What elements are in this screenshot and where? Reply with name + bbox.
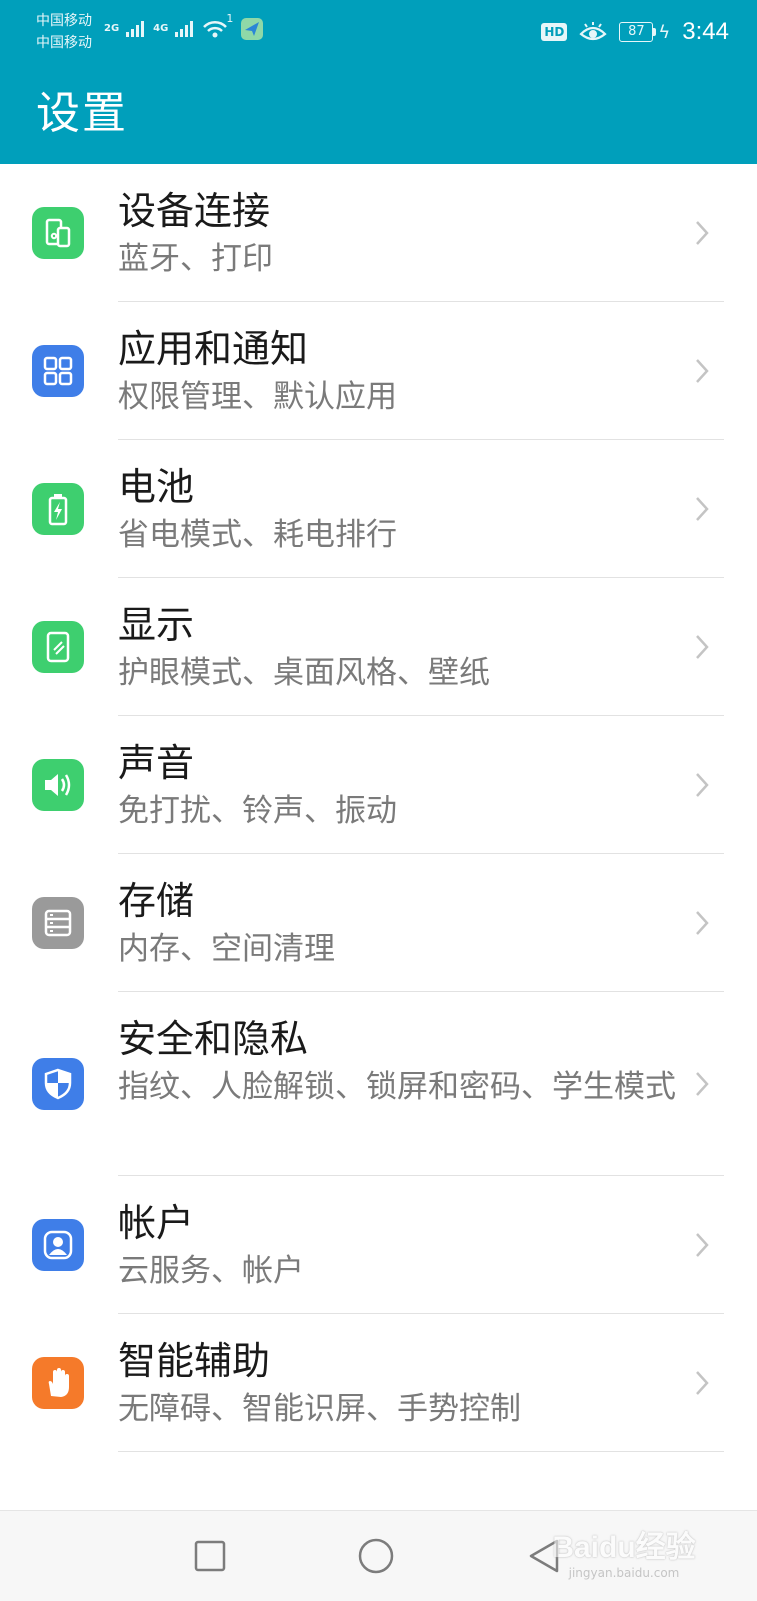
square-icon <box>194 1540 226 1572</box>
chevron-right-icon <box>695 1314 709 1452</box>
item-subtitle: 云服务、帐户 <box>118 1253 304 1289</box>
signal-group: 2G 4G 1 <box>104 12 264 44</box>
settings-item-account[interactable]: 帐户 云服务、帐户 <box>0 1176 757 1314</box>
battery-icon <box>32 483 84 535</box>
chevron-right-icon <box>695 440 709 578</box>
storage-icon <box>32 897 84 949</box>
item-subtitle: 护眼模式、桌面风格、壁纸 <box>118 655 490 691</box>
apps-grid-icon <box>32 345 84 397</box>
settings-item-battery[interactable]: 电池 省电模式、耗电排行 <box>0 440 757 578</box>
item-title: 安全和隐私 <box>118 1017 309 1061</box>
item-title: 应用和通知 <box>118 327 309 371</box>
battery-level: 87 <box>619 22 654 42</box>
circle-icon <box>358 1538 394 1574</box>
net-2g-label: 2G <box>104 23 120 34</box>
account-icon <box>32 1219 84 1271</box>
chevron-right-icon <box>695 854 709 992</box>
device-connection-icon <box>32 207 84 259</box>
chevron-right-icon <box>695 302 709 440</box>
item-title: 声音 <box>118 741 195 785</box>
signal-bars-icon <box>126 21 145 37</box>
item-subtitle: 权限管理、默认应用 <box>118 379 397 415</box>
net-4g-label: 4G <box>153 23 169 34</box>
chevron-right-icon <box>695 992 709 1176</box>
settings-item-security[interactable]: 安全和隐私 指纹、人脸解锁、锁屏和密码、学生模式 <box>0 992 757 1176</box>
status-right: HD 87 ϟ 3:44 <box>541 16 729 48</box>
baidu-watermark: Baidu经验 jingyan.baidu.com <box>549 1522 699 1580</box>
item-subtitle: 蓝牙、打印 <box>118 241 273 277</box>
item-subtitle: 指纹、人脸解锁、锁屏和密码、学生模式 <box>118 1069 676 1105</box>
carrier-labels: 中国移动 中国移动 <box>36 10 92 54</box>
chevron-right-icon <box>695 716 709 854</box>
app-notification-icon <box>241 18 264 40</box>
item-subtitle: 无障碍、智能识屏、手势控制 <box>118 1391 521 1427</box>
page-title: 设置 <box>36 88 128 139</box>
display-icon <box>32 621 84 673</box>
item-subtitle: 免打扰、铃声、振动 <box>118 793 397 829</box>
status-time: 3:44 <box>682 18 729 45</box>
wifi-icon <box>203 20 228 38</box>
item-title: 帐户 <box>118 1201 195 1245</box>
battery-tip <box>653 28 657 36</box>
wifi-count: 1 <box>226 12 234 25</box>
settings-item-device-connection[interactable]: 设备连接 蓝牙、打印 <box>0 164 757 302</box>
signal-bars-icon <box>175 21 194 37</box>
item-subtitle: 内存、空间清理 <box>118 931 335 967</box>
settings-item-display[interactable]: 显示 护眼模式、桌面风格、壁纸 <box>0 578 757 716</box>
carrier-1: 中国移动 <box>36 13 92 29</box>
item-title: 设备连接 <box>118 189 271 233</box>
chevron-right-icon <box>695 1176 709 1314</box>
settings-item-apps[interactable]: 应用和通知 权限管理、默认应用 <box>0 302 757 440</box>
home-button[interactable] <box>353 1533 399 1579</box>
watermark-brand: Baidu经验 <box>552 1531 696 1564</box>
hd-badge: HD <box>541 23 568 41</box>
speaker-icon <box>32 759 84 811</box>
settings-item-sound[interactable]: 声音 免打扰、铃声、振动 <box>0 716 757 854</box>
battery-indicator: 87 ϟ <box>619 22 670 43</box>
hand-icon <box>32 1357 84 1409</box>
chevron-right-icon <box>695 164 709 302</box>
item-title: 电池 <box>118 465 195 509</box>
app-header: 中国移动 中国移动 2G 4G 1 HD 87 ϟ 3:44 设置 <box>0 0 757 164</box>
charging-icon: ϟ <box>658 21 671 43</box>
item-title: 显示 <box>118 603 195 647</box>
settings-item-storage[interactable]: 存储 内存、空间清理 <box>0 854 757 992</box>
watermark-url: jingyan.baidu.com <box>568 1566 680 1580</box>
eye-comfort-icon <box>579 22 608 41</box>
carrier-2: 中国移动 <box>36 35 92 51</box>
wifi-indicator: 1 <box>202 12 233 40</box>
item-subtitle: 省电模式、耗电排行 <box>118 517 397 553</box>
item-title: 存储 <box>118 879 195 923</box>
settings-list: 设备连接 蓝牙、打印 应用和通知 权限管理、默认应用 电池 省电模式、耗电排行 … <box>0 164 757 1482</box>
shield-icon <box>32 1058 84 1110</box>
settings-item-partial[interactable] <box>0 1452 757 1482</box>
item-title: 智能辅助 <box>118 1339 271 1383</box>
chevron-right-icon <box>695 578 709 716</box>
settings-item-smart-assist[interactable]: 智能辅助 无障碍、智能识屏、手势控制 <box>0 1314 757 1452</box>
recents-button[interactable] <box>187 1533 233 1579</box>
